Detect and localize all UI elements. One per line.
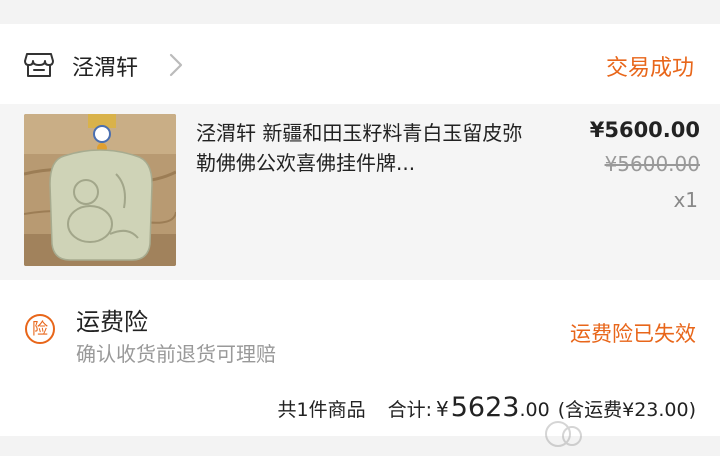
shop-name[interactable]: 泾渭轩 bbox=[72, 50, 138, 82]
insurance-status: 运费险已失效 bbox=[570, 322, 696, 346]
product-title[interactable]: 泾渭轩 新疆和田玉籽料青白玉留皮弥勒佛佛公欢喜佛挂件牌... bbox=[196, 118, 536, 178]
product-thumbnail[interactable] bbox=[24, 114, 176, 266]
shipping-insurance-row[interactable]: 险 运费险 确认收货前退货可理赔 运费险已失效 bbox=[0, 280, 720, 380]
order-status: 交易成功 bbox=[605, 56, 694, 81]
insurance-title: 运费险 bbox=[76, 308, 148, 336]
item-count: 共1件商品 bbox=[277, 399, 366, 421]
insurance-icon: 险 bbox=[25, 314, 55, 344]
total-label: 合计: bbox=[387, 399, 433, 421]
order-card: 泾渭轩 交易成功 泾渭轩 新疆和田玉籽料青白玉留皮弥勒佛佛公欢喜佛挂件牌... … bbox=[0, 24, 720, 447]
watermark-logo bbox=[540, 416, 690, 452]
total-currency: ¥ bbox=[436, 397, 449, 421]
chevron-right-icon[interactable] bbox=[168, 52, 184, 78]
shop-header[interactable]: 泾渭轩 交易成功 bbox=[0, 24, 720, 104]
product-quantity: x1 bbox=[673, 188, 698, 212]
product-original-price: ¥5600.00 bbox=[604, 152, 700, 176]
total-amount-integer: 5623 bbox=[450, 392, 520, 423]
product-price: ¥5600.00 bbox=[589, 118, 700, 142]
insurance-description: 确认收货前退货可理赔 bbox=[76, 342, 276, 366]
shop-icon bbox=[24, 52, 54, 78]
product-row[interactable]: 泾渭轩 新疆和田玉籽料青白玉留皮弥勒佛佛公欢喜佛挂件牌... ¥5600.00 … bbox=[0, 104, 720, 280]
